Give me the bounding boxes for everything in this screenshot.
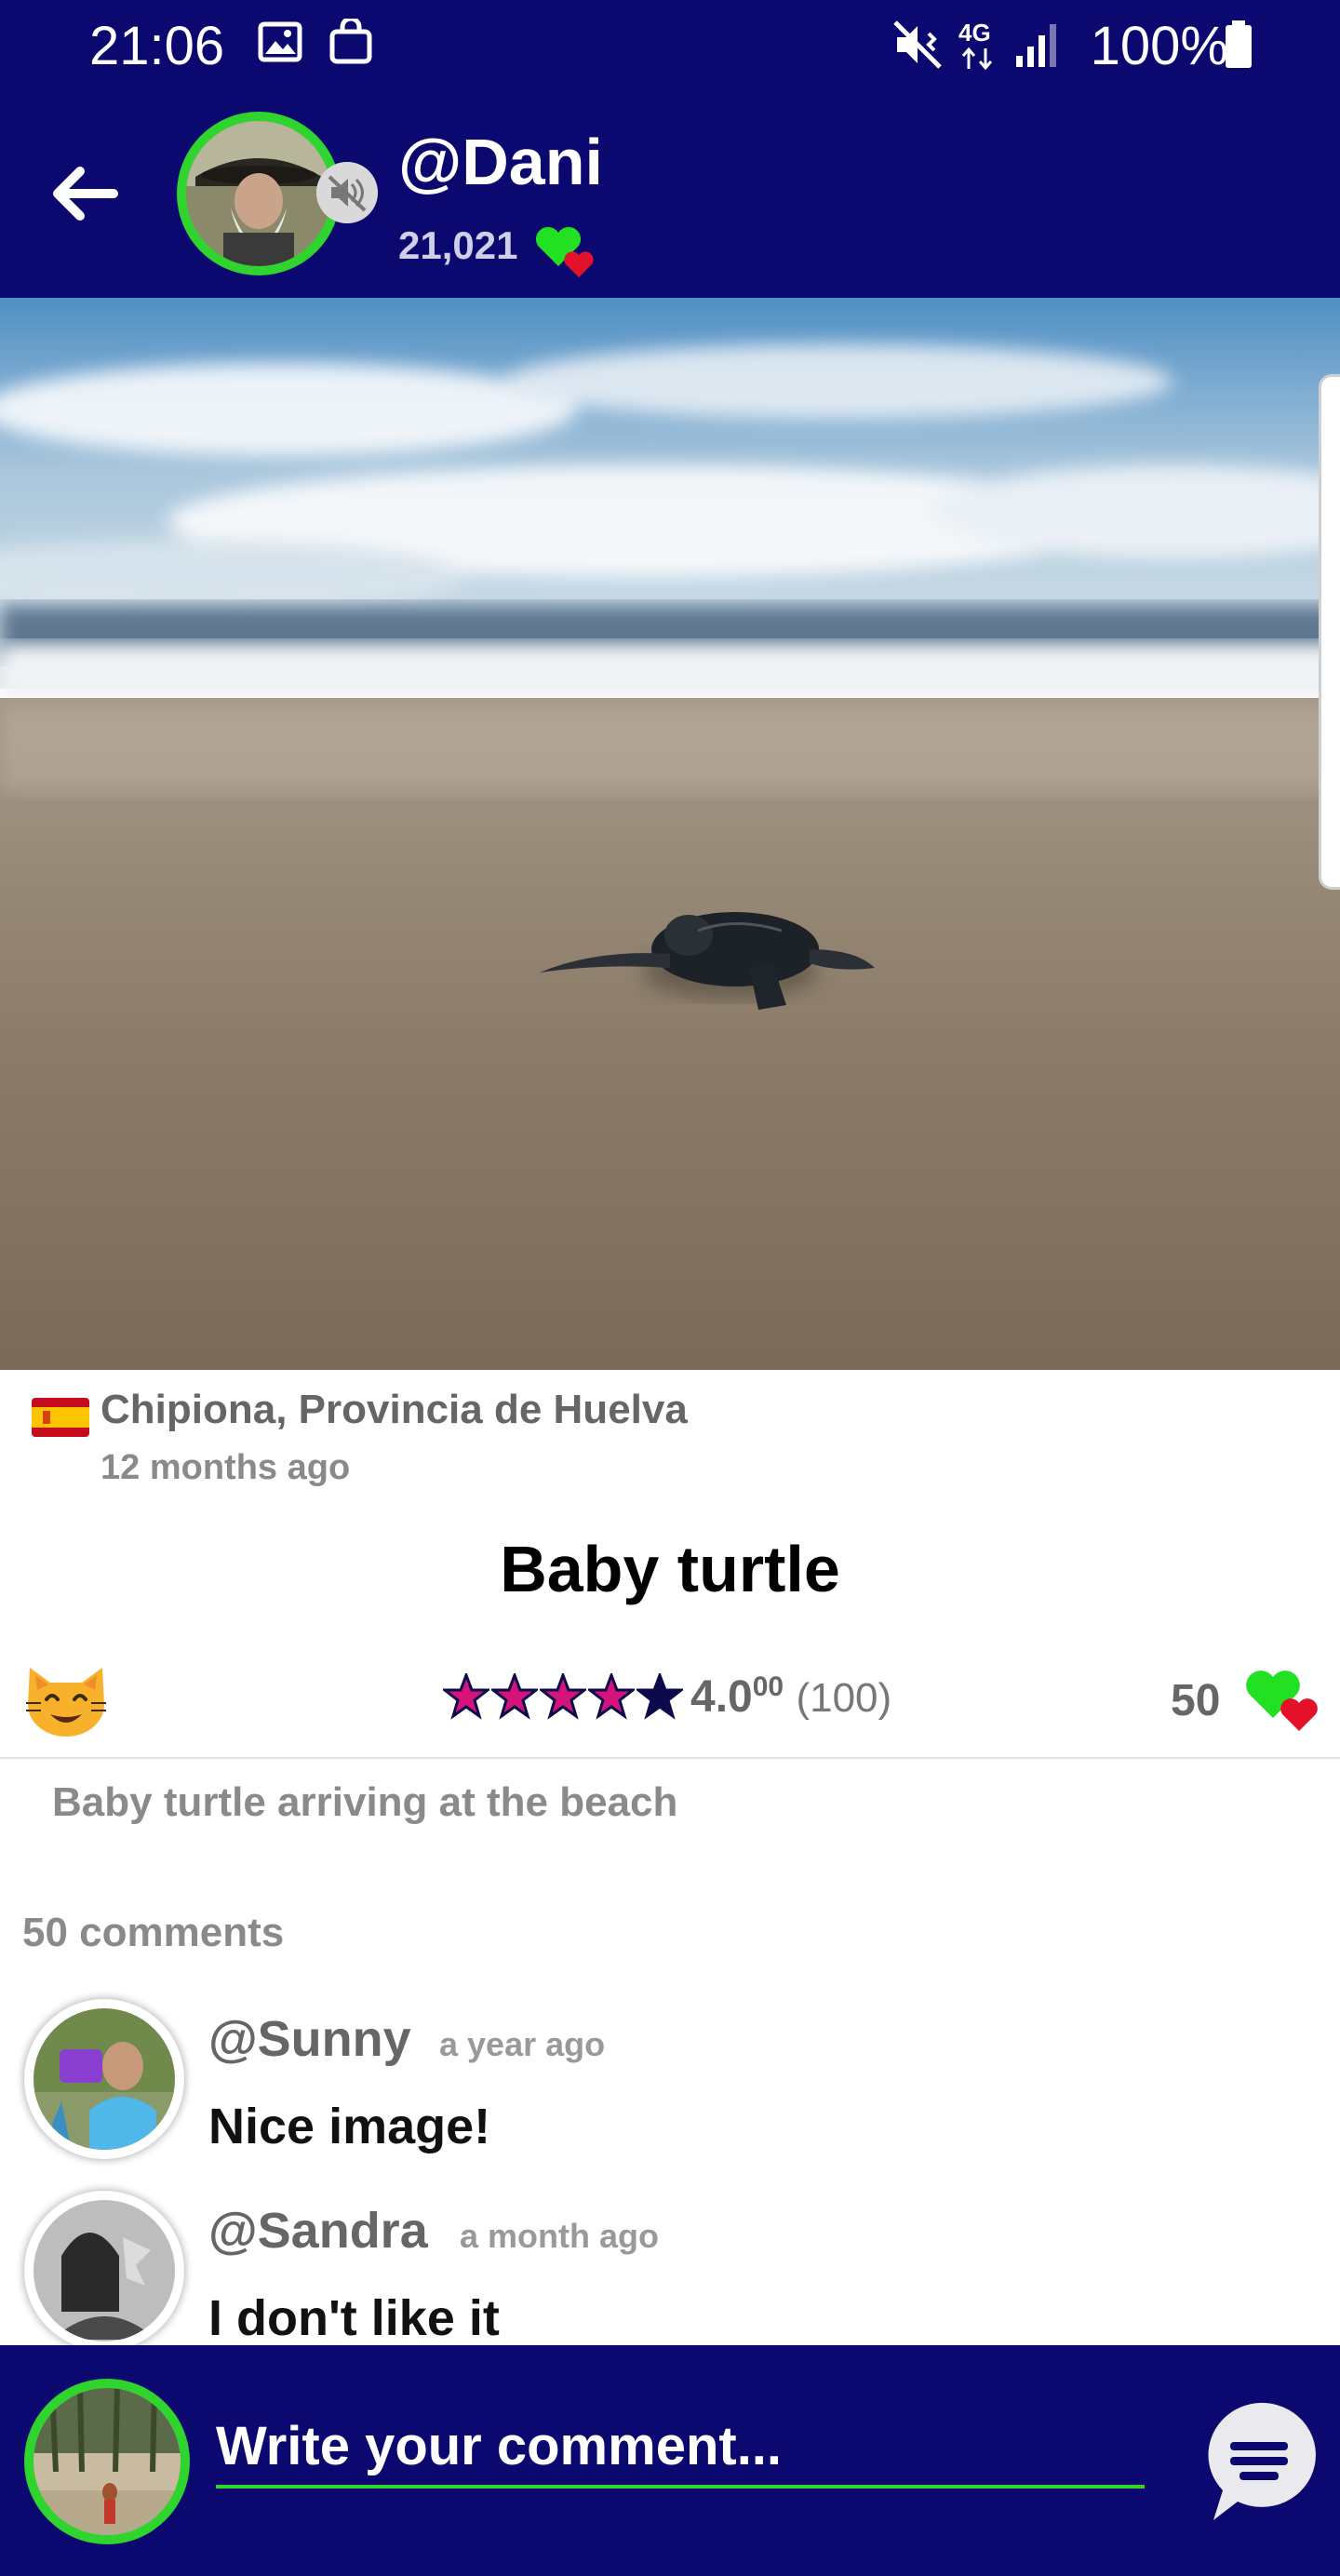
post-description: Baby turtle arriving at the beach — [52, 1779, 678, 1825]
scroll-indicator[interactable] — [1319, 374, 1340, 890]
comment-time: a year ago — [439, 2025, 606, 2063]
gallery-icon — [258, 21, 302, 62]
shopping-bag-icon — [329, 19, 372, 64]
comment-composer — [0, 2345, 1340, 2576]
data-arrows-icon — [961, 47, 993, 71]
comments-count: 50 comments — [22, 1910, 285, 1955]
post-likes-count: 50 — [1171, 1676, 1221, 1725]
rating-decimals: 00 — [752, 1671, 784, 1702]
comment-avatar[interactable] — [24, 2191, 184, 2351]
my-avatar[interactable] — [24, 2379, 190, 2544]
profile-likes-count: 21,021 — [398, 223, 518, 267]
battery-icon — [1226, 20, 1252, 68]
muted-speaker-icon — [316, 162, 378, 223]
star-icon[interactable] — [636, 1673, 683, 1720]
post-time: 12 months ago — [100, 1448, 351, 1487]
star-icon[interactable] — [443, 1673, 489, 1720]
status-time: 21:06 — [89, 16, 225, 76]
post-photo[interactable] — [0, 298, 1340, 1370]
comment-bubble-icon[interactable] — [1200, 2397, 1318, 2528]
star-icon[interactable] — [540, 1673, 586, 1720]
profile-header: @Dani 21,021 — [0, 89, 1340, 298]
rating-stars[interactable] — [443, 1673, 683, 1725]
spain-flag-icon — [32, 1398, 89, 1437]
post-location[interactable]: Chipiona, Provincia de Huelva — [100, 1387, 688, 1433]
battery-percent: 100% — [1090, 16, 1228, 76]
like-heart-icon[interactable] — [1243, 1664, 1321, 1733]
comment-text: I don't like it — [208, 2290, 500, 2346]
rating-value: 4.000 (100) — [690, 1671, 891, 1723]
comment-username[interactable]: @Sunny — [208, 2010, 411, 2068]
network-type: 4G — [958, 19, 991, 47]
signal-icon — [1016, 24, 1056, 67]
back-arrow-icon[interactable] — [47, 156, 121, 231]
comment-avatar[interactable] — [24, 1999, 184, 2159]
star-icon[interactable] — [588, 1673, 635, 1720]
star-icon[interactable] — [491, 1673, 538, 1720]
rating-number: 4.0 — [690, 1672, 753, 1722]
rating-count: (100) — [796, 1675, 892, 1721]
comment-time: a month ago — [460, 2217, 659, 2255]
comment-username[interactable]: @Sandra — [208, 2202, 428, 2260]
divider — [0, 1757, 1340, 1759]
mute-vibrate-icon — [893, 20, 942, 69]
comment-input[interactable] — [216, 2407, 1145, 2489]
double-heart-icon — [535, 226, 594, 277]
status-bar: 21:06 4G 100% — [0, 0, 1340, 89]
comment-text: Nice image! — [208, 2099, 491, 2154]
post-title: Baby turtle — [500, 1533, 840, 1605]
cat-emoji-icon[interactable] — [22, 1658, 110, 1738]
profile-username[interactable]: @Dani — [398, 125, 603, 199]
